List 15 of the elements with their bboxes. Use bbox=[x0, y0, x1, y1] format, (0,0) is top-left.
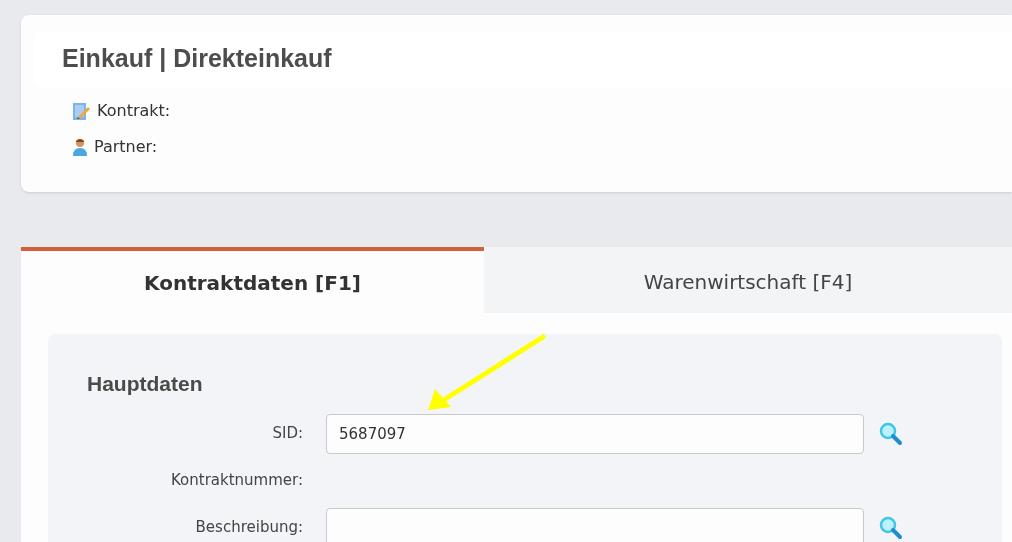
tab[interactable]: Kontraktdaten [F1] bbox=[21, 247, 484, 313]
section-title: Hauptdaten bbox=[87, 371, 204, 397]
search-icon[interactable] bbox=[879, 421, 903, 446]
field-label: SID: bbox=[271, 423, 303, 445]
input-field[interactable]: 5687097 bbox=[326, 413, 864, 454]
search-icon[interactable] bbox=[879, 515, 903, 540]
input-field[interactable] bbox=[326, 507, 864, 542]
info-label: Kontrakt: bbox=[97, 100, 171, 122]
person-icon bbox=[72, 138, 88, 156]
info-label: Partner: bbox=[94, 136, 158, 158]
field-label: Beschreibung: bbox=[194, 517, 303, 539]
field-label: Kontraktnummer: bbox=[170, 470, 303, 492]
tab[interactable]: Warenwirtschaft [F4] bbox=[484, 247, 1012, 313]
page-title: Einkauf | Direkteinkauf bbox=[62, 43, 332, 75]
document-pencil-icon bbox=[72, 101, 91, 121]
